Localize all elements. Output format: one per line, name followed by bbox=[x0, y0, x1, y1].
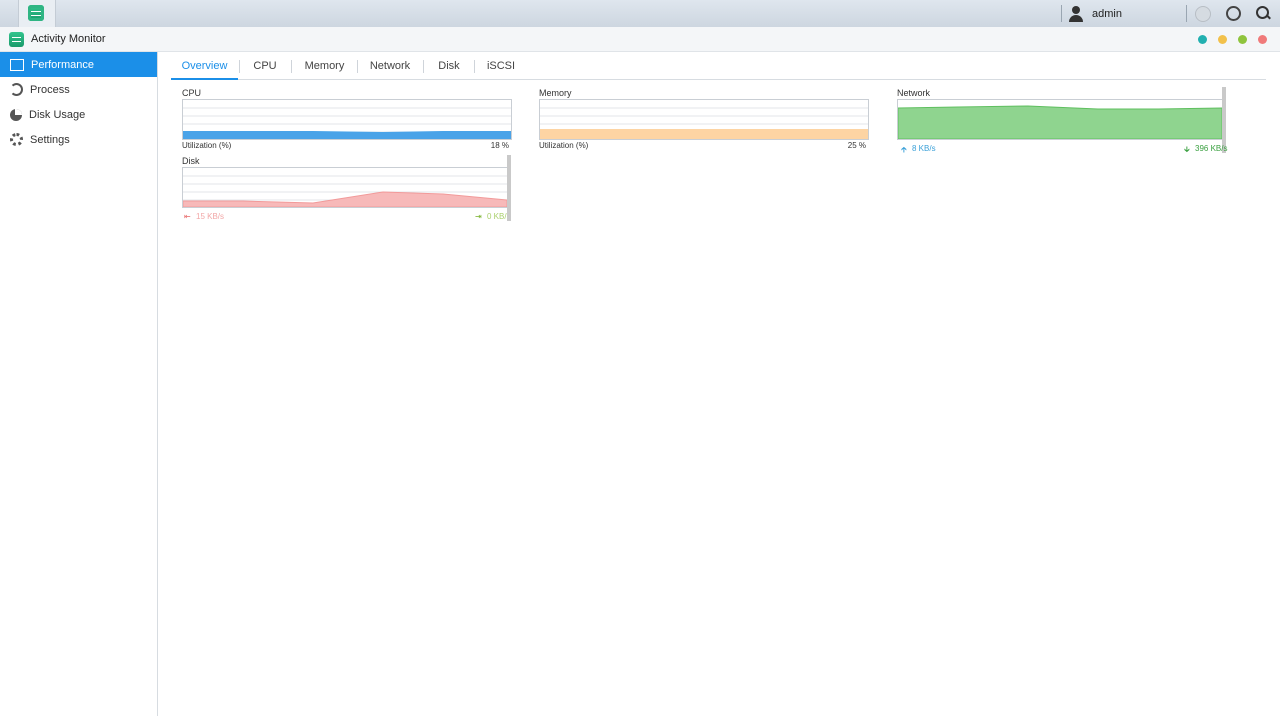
tab-network[interactable]: Network bbox=[358, 53, 422, 79]
app-icon bbox=[9, 32, 24, 47]
memory-utilization-area bbox=[540, 129, 868, 139]
maximize-button[interactable] bbox=[1238, 35, 1247, 44]
disk-write-icon: ⇥ bbox=[475, 212, 482, 221]
disk-scrollbar[interactable] bbox=[507, 155, 511, 221]
network-download-value: 396 KB/s bbox=[1195, 144, 1228, 153]
dashboard-icon[interactable] bbox=[1226, 6, 1241, 21]
cpu-utilization-label: Utilization (%) bbox=[182, 141, 232, 150]
gear-icon bbox=[10, 133, 23, 146]
search-icon[interactable] bbox=[1256, 6, 1270, 20]
cpu-panel-title: CPU bbox=[182, 88, 202, 98]
memory-utilization-value: 25 % bbox=[847, 141, 866, 150]
sidebar-item-label: Disk Usage bbox=[29, 108, 86, 121]
sidebar-item-label: Process bbox=[30, 83, 70, 96]
network-graph bbox=[897, 99, 1223, 140]
cpu-utilization-value: 18 % bbox=[490, 141, 509, 150]
taskbar-divider bbox=[1061, 5, 1062, 22]
sidebar-item-performance[interactable]: Performance bbox=[0, 52, 157, 77]
cpu-graph bbox=[182, 99, 512, 140]
taskbar-activity-monitor-button[interactable] bbox=[18, 0, 56, 27]
network-panel-title: Network bbox=[897, 88, 931, 98]
user-menu[interactable]: admin bbox=[1068, 5, 1122, 23]
network-traffic-area bbox=[898, 105, 1222, 139]
sidebar-item-label: Performance bbox=[31, 58, 94, 71]
user-name: admin bbox=[1092, 8, 1122, 20]
cpu-graph-svg bbox=[183, 107, 511, 139]
activity-monitor-window: Activity Monitor Performance Process Dis… bbox=[0, 27, 1280, 716]
tab-bar: Overview CPU Memory Network Disk iSCSI bbox=[171, 53, 1266, 80]
performance-icon bbox=[10, 58, 24, 71]
memory-utilization-label: Utilization (%) bbox=[539, 141, 589, 150]
close-button[interactable] bbox=[1258, 35, 1267, 44]
network-graph-svg bbox=[898, 105, 1222, 139]
disk-write-value: 0 KB/ bbox=[487, 212, 507, 221]
disk-read-icon: ⇤ bbox=[184, 212, 191, 221]
tab-cpu[interactable]: CPU bbox=[240, 53, 290, 79]
tab-memory[interactable]: Memory bbox=[292, 53, 357, 79]
activity-monitor-icon bbox=[28, 5, 44, 21]
memory-graph bbox=[539, 99, 869, 140]
disk-usage-icon bbox=[10, 108, 22, 121]
sidebar-item-settings[interactable]: Settings bbox=[0, 127, 157, 152]
memory-panel-title: Memory bbox=[539, 88, 572, 98]
window-title: Activity Monitor bbox=[31, 33, 106, 45]
process-icon bbox=[10, 83, 23, 96]
cpu-utilization-area bbox=[183, 131, 511, 139]
window-titlebar[interactable]: Activity Monitor bbox=[0, 27, 1280, 52]
notification-icon[interactable] bbox=[1195, 6, 1211, 22]
tab-overview[interactable]: Overview bbox=[171, 53, 238, 80]
taskbar-divider bbox=[1186, 5, 1187, 22]
tab-iscsi[interactable]: iSCSI bbox=[475, 53, 527, 79]
minimize-button[interactable] bbox=[1218, 35, 1227, 44]
network-download-arrow-icon: 🡳 bbox=[1184, 145, 1190, 154]
taskbar: admin bbox=[0, 0, 1280, 28]
sidebar: Performance Process Disk Usage Settings bbox=[0, 52, 158, 716]
disk-graph-svg bbox=[183, 175, 507, 207]
network-upload-arrow-icon: 🡱 bbox=[901, 145, 907, 154]
user-icon bbox=[1068, 6, 1084, 22]
network-upload-value: 8 KB/s bbox=[912, 144, 936, 153]
help-button[interactable] bbox=[1198, 35, 1207, 44]
memory-graph-svg bbox=[540, 107, 868, 139]
tab-disk[interactable]: Disk bbox=[424, 53, 474, 79]
disk-read-value: 15 KB/s bbox=[196, 212, 225, 221]
sidebar-item-label: Settings bbox=[30, 133, 70, 146]
sidebar-item-disk-usage[interactable]: Disk Usage bbox=[0, 102, 157, 127]
disk-panel-title: Disk bbox=[182, 156, 200, 166]
sidebar-item-process[interactable]: Process bbox=[0, 77, 157, 102]
disk-graph bbox=[182, 167, 508, 208]
